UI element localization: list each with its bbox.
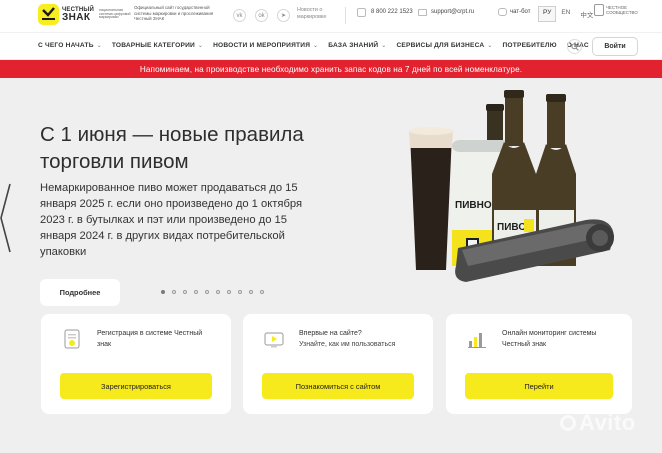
partner-logo[interactable]: ЧЕСТНОЕ СООБЩЕСТВО bbox=[594, 4, 646, 16]
nav-item-consumer[interactable]: ПОТРЕБИТЕЛЮ bbox=[502, 42, 556, 49]
top-header: ЧЕСТНЫЙ ЗНАК национальная система цифров… bbox=[0, 0, 662, 32]
slider-dot[interactable] bbox=[260, 290, 264, 294]
login-button[interactable]: Войти bbox=[592, 37, 638, 56]
search-button[interactable] bbox=[567, 39, 582, 54]
alert-banner: Напоминаем, на производстве необходимо х… bbox=[0, 60, 662, 78]
phone-number[interactable]: 8 800 222 1523 bbox=[371, 9, 413, 15]
tour-button[interactable]: Познакомиться с сайтом bbox=[262, 373, 414, 399]
search-icon bbox=[570, 42, 579, 51]
slider-dot[interactable] bbox=[172, 290, 176, 294]
chevron-left-icon[interactable] bbox=[0, 182, 12, 254]
ok-icon[interactable]: ok bbox=[255, 9, 268, 22]
support-email[interactable]: support@crpt.ru bbox=[431, 9, 474, 15]
nav-item-start[interactable]: С ЧЕГО НАЧАТЬ ⌄ bbox=[38, 42, 102, 49]
hero-text: Немаркированное пиво может продаваться д… bbox=[40, 182, 303, 258]
chevron-down-icon: ⌄ bbox=[379, 43, 387, 49]
slider-dot[interactable] bbox=[205, 290, 209, 294]
nav-item-services[interactable]: СЕРВИСЫ ДЛЯ БИЗНЕСА ⌄ bbox=[396, 42, 492, 49]
monitoring-card: Онлайн мониторинг системы Честный знак П… bbox=[446, 314, 632, 414]
more-button[interactable]: Подробнее bbox=[40, 279, 120, 306]
logo-icon bbox=[38, 4, 59, 25]
telegram-icon[interactable]: ➤ bbox=[277, 9, 290, 22]
register-button[interactable]: Зарегистрироваться bbox=[60, 373, 212, 399]
chevron-down-icon: ⌄ bbox=[485, 43, 493, 49]
nav-item-categories[interactable]: ТОВАРНЫЕ КАТЕГОРИИ ⌄ bbox=[112, 42, 203, 49]
card-title: Онлайн мониторинг системы Честный знак bbox=[502, 330, 597, 348]
card-subtitle: Узнайте, как им пользоваться bbox=[299, 340, 396, 348]
avito-logo-icon bbox=[560, 415, 576, 431]
slider-dot[interactable] bbox=[161, 290, 165, 294]
go-button[interactable]: Перейти bbox=[465, 373, 613, 399]
slider-dot[interactable] bbox=[238, 290, 242, 294]
chevron-down-icon: ⌄ bbox=[94, 43, 102, 49]
chat-bot-link[interactable]: чат-бот bbox=[510, 9, 530, 15]
slider-dots bbox=[161, 290, 264, 294]
card-title: Регистрация в системе Честный знак bbox=[97, 330, 203, 348]
phone-icon bbox=[357, 8, 366, 17]
nav-item-knowledge[interactable]: БАЗА ЗНАНИЙ ⌄ bbox=[328, 42, 386, 49]
language-switcher: РУ EN 中文 bbox=[538, 6, 598, 22]
main-nav: С ЧЕГО НАЧАТЬ ⌄ ТОВАРНЫЕ КАТЕГОРИИ ⌄ НОВ… bbox=[0, 32, 662, 59]
avito-watermark: Avito bbox=[560, 410, 636, 436]
social-links: vk ok ➤ bbox=[233, 9, 290, 22]
lang-en[interactable]: EN bbox=[556, 6, 575, 22]
divider bbox=[345, 7, 346, 24]
slider-dot[interactable] bbox=[227, 290, 231, 294]
vk-icon[interactable]: vk bbox=[233, 9, 246, 22]
registration-card: Регистрация в системе Честный знак Зарег… bbox=[41, 314, 231, 414]
slider-dot[interactable] bbox=[183, 290, 187, 294]
lang-ru[interactable]: РУ bbox=[538, 6, 557, 22]
news-link[interactable]: Новости о маркировке bbox=[297, 7, 339, 21]
bottle-label: ПИВО bbox=[497, 222, 526, 233]
slider-dot[interactable] bbox=[216, 290, 220, 294]
first-visit-card: Впервые на сайте? Узнайте, как им пользо… bbox=[243, 314, 433, 414]
chat-icon bbox=[498, 8, 507, 16]
community-icon bbox=[594, 4, 604, 16]
card-title: Впервые на сайте? bbox=[299, 330, 362, 337]
partner-label: ЧЕСТНОЕ СООБЩЕСТВО bbox=[606, 4, 638, 15]
nav-item-news[interactable]: НОВОСТИ И МЕРОПРИЯТИЯ ⌄ bbox=[213, 42, 318, 49]
mail-icon bbox=[418, 9, 427, 16]
chevron-down-icon: ⌄ bbox=[311, 43, 319, 49]
video-icon bbox=[264, 332, 284, 348]
logo[interactable]: ЧЕСТНЫЙ ЗНАК национальная система цифров… bbox=[38, 4, 135, 25]
slider-dot[interactable] bbox=[249, 290, 253, 294]
slider-dot[interactable] bbox=[194, 290, 198, 294]
hero-title: С 1 июня — новые правила торговли пивом bbox=[40, 123, 304, 174]
site-description: Официальный сайт государственной системы… bbox=[134, 5, 214, 22]
beer-illustration: ПИВНОЙ НАПИТОК ПИВО bbox=[409, 90, 614, 282]
chevron-down-icon: ⌄ bbox=[195, 43, 204, 49]
logo-subtitle: национальная система цифровой маркировки bbox=[99, 7, 131, 20]
document-icon bbox=[64, 329, 80, 349]
logo-line2: ЗНАК bbox=[62, 11, 91, 23]
chart-icon bbox=[468, 333, 486, 348]
